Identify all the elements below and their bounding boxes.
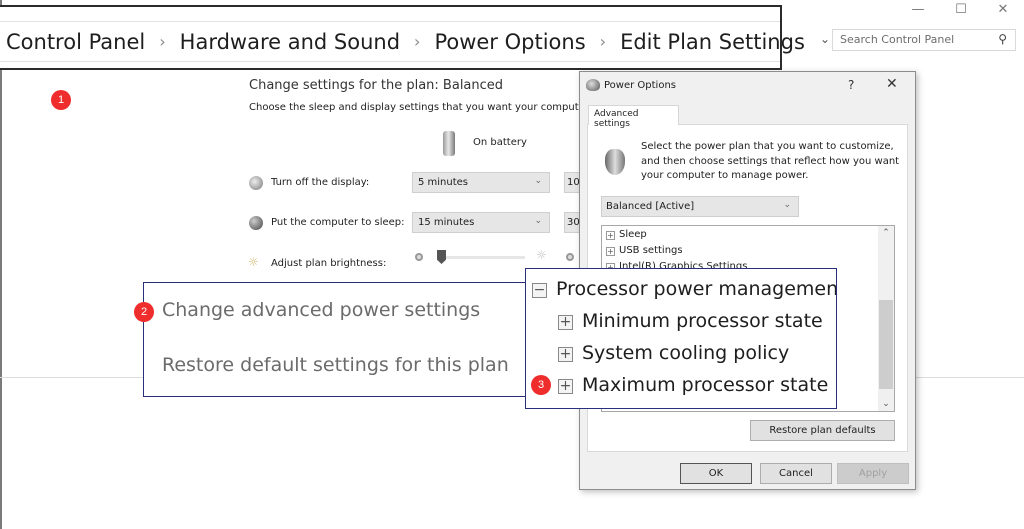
sleep-icon [249,216,263,230]
annotation-badge-3: 3 [531,375,551,395]
page-title: Change settings for the plan: Balanced [249,78,504,93]
power-options-icon [586,79,600,91]
window-left-border [0,0,2,529]
display-plugged-in-value: 10 [567,177,580,188]
display-plugged-in-select[interactable]: 10 [564,172,580,193]
breadcrumb-power-options[interactable]: Power Options [434,30,585,54]
chevron-right-icon[interactable]: › [414,32,420,51]
display-icon [249,176,263,190]
close-button[interactable]: ✕ [993,2,1013,17]
sleep-plugged-in-value: 30 [567,217,580,228]
on-battery-header: On battery [473,137,527,148]
tree-item-maximum-processor-state[interactable]: + Maximum processor state [558,374,828,396]
brightness-min-icon [415,253,423,261]
battery-icon [443,131,455,156]
breadcrumb-edit-plan-settings[interactable]: Edit Plan Settings [620,30,805,54]
scrollbar-thumb[interactable] [879,300,893,389]
expand-icon[interactable]: + [558,379,573,394]
restore-plan-defaults-button[interactable]: Restore plan defaults [750,420,895,441]
change-advanced-settings-link[interactable]: Change advanced power settings [162,299,480,321]
expand-icon[interactable]: + [606,231,615,240]
tree-item-label: System cooling policy [582,342,790,364]
tree-item-processor-power-management[interactable]: − Processor power management [532,278,837,300]
chevron-right-icon[interactable]: › [600,32,606,51]
chevron-down-icon: ⌄ [534,216,542,226]
tree-item-label: Minimum processor state [582,310,823,332]
maximize-button[interactable]: ☐ [951,2,971,17]
dialog-description: Select the power plan that you want to c… [641,141,900,181]
chevron-down-icon: ⌄ [534,176,542,186]
dialog-title: Power Options [604,80,676,91]
tree-item-label: Sleep [619,229,647,240]
apply-button[interactable]: Apply [837,463,909,484]
brightness-plugged-min-icon [566,253,574,261]
search-input[interactable]: Search Control Panel ⚲ [832,29,1016,51]
display-label: Turn off the display: [271,177,370,188]
tree-item-label: Maximum processor state [582,374,829,396]
tree-item-usb[interactable]: + USB settings [606,245,683,256]
display-on-battery-value: 5 minutes [418,177,469,188]
cancel-button[interactable]: Cancel [760,463,832,484]
processor-settings-callout: − Processor power management + Minimum pro… [525,268,837,409]
tree-item-label: Processor power management [556,278,837,300]
brightness-max-icon: ☼ [536,248,547,262]
tree-item-minimum-processor-state[interactable]: + Minimum processor state [558,310,823,332]
annotation-badge-2: 2 [134,302,154,322]
dialog-close-button[interactable]: ✕ [886,76,898,92]
ok-button[interactable]: OK [680,463,752,484]
sleep-on-battery-select[interactable]: 15 minutes ⌄ [412,212,550,233]
breadcrumb-control-panel[interactable]: Control Panel [6,30,145,54]
restore-defaults-link[interactable]: Restore default settings for this plan [162,354,509,376]
expand-icon[interactable]: + [558,315,573,330]
tree-scrollbar[interactable]: ⌃ ⌄ [878,226,894,411]
plan-select[interactable]: Balanced [Active] ⌄ [601,196,799,217]
tree-item-sleep[interactable]: + Sleep [606,229,647,240]
power-plug-icon [605,149,625,175]
help-button[interactable]: ? [848,78,854,92]
chevron-down-icon: ⌄ [783,200,791,210]
sleep-label: Put the computer to sleep: [271,217,405,228]
plan-select-value: Balanced [Active] [606,201,695,212]
scroll-down-icon[interactable]: ⌄ [878,399,894,409]
sleep-on-battery-value: 15 minutes [418,217,475,228]
annotation-badge-1: 1 [51,90,71,110]
brightness-icon: ☼ [248,255,259,269]
tab-advanced-settings[interactable]: Advanced settings [588,105,679,129]
tree-item-system-cooling-policy[interactable]: + System cooling policy [558,342,789,364]
breadcrumb-hardware-and-sound[interactable]: Hardware and Sound [180,30,400,54]
sleep-plugged-in-select[interactable]: 30 [564,212,580,233]
collapse-icon[interactable]: − [532,283,547,298]
search-icon[interactable]: ⚲ [998,32,1007,46]
chevron-right-icon[interactable]: › [159,32,165,51]
breadcrumb: Control Panel › Hardware and Sound › Pow… [0,5,805,70]
display-on-battery-select[interactable]: 5 minutes ⌄ [412,172,550,193]
expand-icon[interactable]: + [606,247,615,256]
links-callout: Change advanced power settings Restore d… [143,282,543,397]
brightness-label: Adjust plan brightness: [271,258,387,269]
expand-icon[interactable]: + [558,347,573,362]
search-placeholder: Search Control Panel [840,33,955,46]
history-dropdown-icon[interactable]: ⌄ [820,32,830,46]
brightness-slider-thumb[interactable] [437,250,446,264]
minimize-button[interactable]: — [908,2,928,17]
page-description: Choose the sleep and display settings th… [249,102,579,113]
tree-item-label: USB settings [619,245,683,256]
scroll-up-icon[interactable]: ⌃ [878,228,894,238]
brightness-slider[interactable] [441,256,525,259]
